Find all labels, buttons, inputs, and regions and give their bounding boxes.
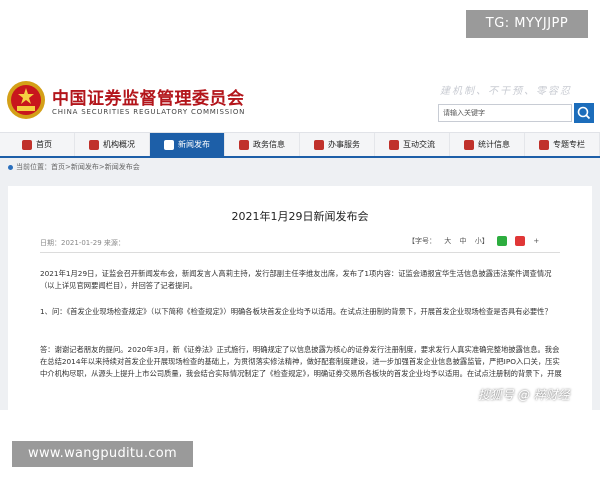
font-size-large[interactable]: 大 [444, 237, 451, 245]
screenshot-page: TG: MYYJJPP 中国证券监督管理委员会 CHINA SECURITIES… [0, 0, 600, 480]
national-emblem-icon [7, 81, 45, 119]
chat-icon [389, 139, 399, 150]
article-paragraph-2: 1、问：《首发企业现场检查规定》（以下简称《检查规定》）明确各板块首发企业均予以… [40, 307, 552, 316]
article-meta: 日期：2021-01-29 来源： [40, 239, 125, 247]
header-slogan: 建机制、不干预、零容忍 [440, 86, 572, 97]
search-button[interactable] [574, 103, 594, 123]
website-url-badge: www.wangpuditu.com [12, 441, 193, 467]
nav-item-statistics[interactable]: 统计信息 [450, 133, 525, 156]
nav-item-special-topics[interactable]: 专题专栏 [525, 133, 600, 156]
document-icon [239, 139, 249, 150]
site-header: 中国证券监督管理委员会 CHINA SECURITIES REGULATORY … [0, 70, 600, 132]
home-icon [22, 139, 32, 150]
source-watermark: 搜狐号 @ 粹财经 [478, 388, 570, 402]
tg-watermark-badge: TG: MYYJJPP [466, 10, 588, 38]
nav-item-government-info[interactable]: 政务信息 [225, 133, 300, 156]
nav-item-news[interactable]: 新闻发布 [150, 133, 225, 156]
bar-chart-icon [464, 139, 474, 150]
wechat-share-icon[interactable] [496, 236, 507, 246]
nav-item-services[interactable]: 办事服务 [300, 133, 375, 156]
font-size-label: 【字号： [408, 237, 436, 245]
weibo-share-icon[interactable] [515, 236, 526, 246]
org-name-cn: 中国证券监督管理委员会 [52, 89, 245, 109]
nav-item-organization[interactable]: 机构概况 [75, 133, 150, 156]
font-size-medium[interactable]: 中 [459, 237, 466, 245]
book-icon [539, 139, 549, 150]
location-pin-icon [8, 164, 13, 170]
meta-divider [40, 252, 560, 253]
plus-share-icon[interactable]: + [533, 237, 539, 245]
font-size-small[interactable]: 小】 [475, 237, 489, 245]
nav-item-interaction[interactable]: 互动交流 [375, 133, 450, 156]
article-title: 2021年1月29日新闻发布会 [231, 210, 369, 223]
search-icon [577, 106, 591, 120]
org-name-en: CHINA SECURITIES REGULATORY COMMISSION [52, 108, 246, 116]
article-tools: 【字号： 大 中 小】 + [408, 236, 545, 246]
search-input[interactable]: 请输入关键字 [438, 104, 572, 122]
news-icon [164, 139, 174, 150]
building-icon [89, 139, 99, 150]
service-icon [314, 139, 324, 150]
nav-item-home[interactable]: 首页 [0, 133, 75, 156]
article-paragraph-3: 答：谢谢记者朋友的提问。2020年3月，新《证券法》正式施行，明确规定了以信息披… [40, 345, 562, 378]
main-nav: 首页 机构概况 新闻发布 政务信息 办事服务 互动交流 统计信息 专题专栏 [0, 132, 600, 158]
breadcrumb: 当前位置：首页>新闻发布>新闻发布会 [0, 158, 600, 176]
article-paragraph-1: 2021年1月29日，证监会召开新闻发布会，新闻发言人高莉主持，发行部副主任李维… [40, 269, 552, 290]
